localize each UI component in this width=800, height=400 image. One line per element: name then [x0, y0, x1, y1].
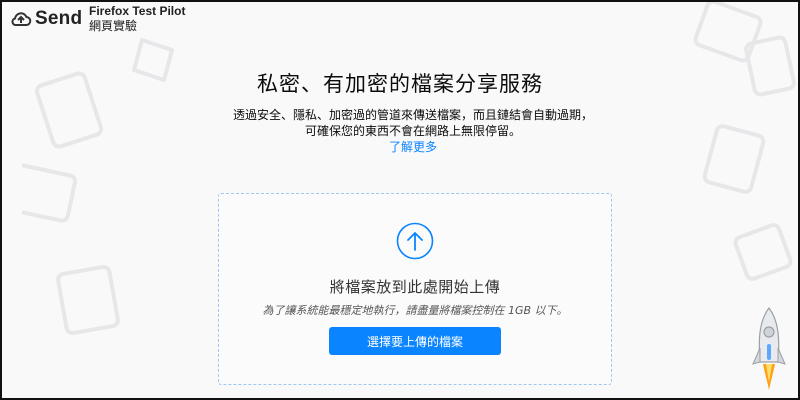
- experiment-label: 網頁實驗: [89, 19, 138, 33]
- page-title: 私密、有加密的檔案分享服務: [257, 72, 543, 96]
- app-name: Send: [35, 8, 83, 29]
- learn-more-link[interactable]: 了解更多: [0, 138, 800, 155]
- brand-logo[interactable]: Send: [10, 8, 82, 30]
- upload-drop-zone[interactable]: 將檔案放到此處開始上傳 為了讓系統能最穩定地執行，請盡量將檔案控制在 1GB 以…: [218, 193, 612, 385]
- test-pilot-badge[interactable]: Firefox Test Pilot 網頁實驗: [89, 4, 185, 34]
- rocket-icon: [752, 306, 786, 390]
- arrow-up-circle-icon: [396, 222, 434, 260]
- background-doodle-right: [693, 0, 796, 281]
- test-pilot-label: Firefox Test Pilot: [89, 4, 186, 18]
- description-line-1: 透過安全、隱私、加密過的管道來傳送檔案，而且鏈結會自動過期，: [232, 108, 593, 122]
- intro-description: 透過安全、隱私、加密過的管道來傳送檔案，而且鏈結會自動過期， 可確保您的東西不會…: [0, 107, 800, 139]
- description-line-2: 可確保您的東西不會在網路上無限停留。: [304, 124, 521, 138]
- cloud-send-icon: [10, 8, 32, 30]
- upload-title: 將檔案放到此處開始上傳: [329, 278, 501, 296]
- select-file-button[interactable]: 選擇要上傳的檔案: [329, 327, 501, 355]
- upload-size-note: 為了讓系統能最穩定地執行，請盡量將檔案控制在 1GB 以下。: [262, 304, 568, 317]
